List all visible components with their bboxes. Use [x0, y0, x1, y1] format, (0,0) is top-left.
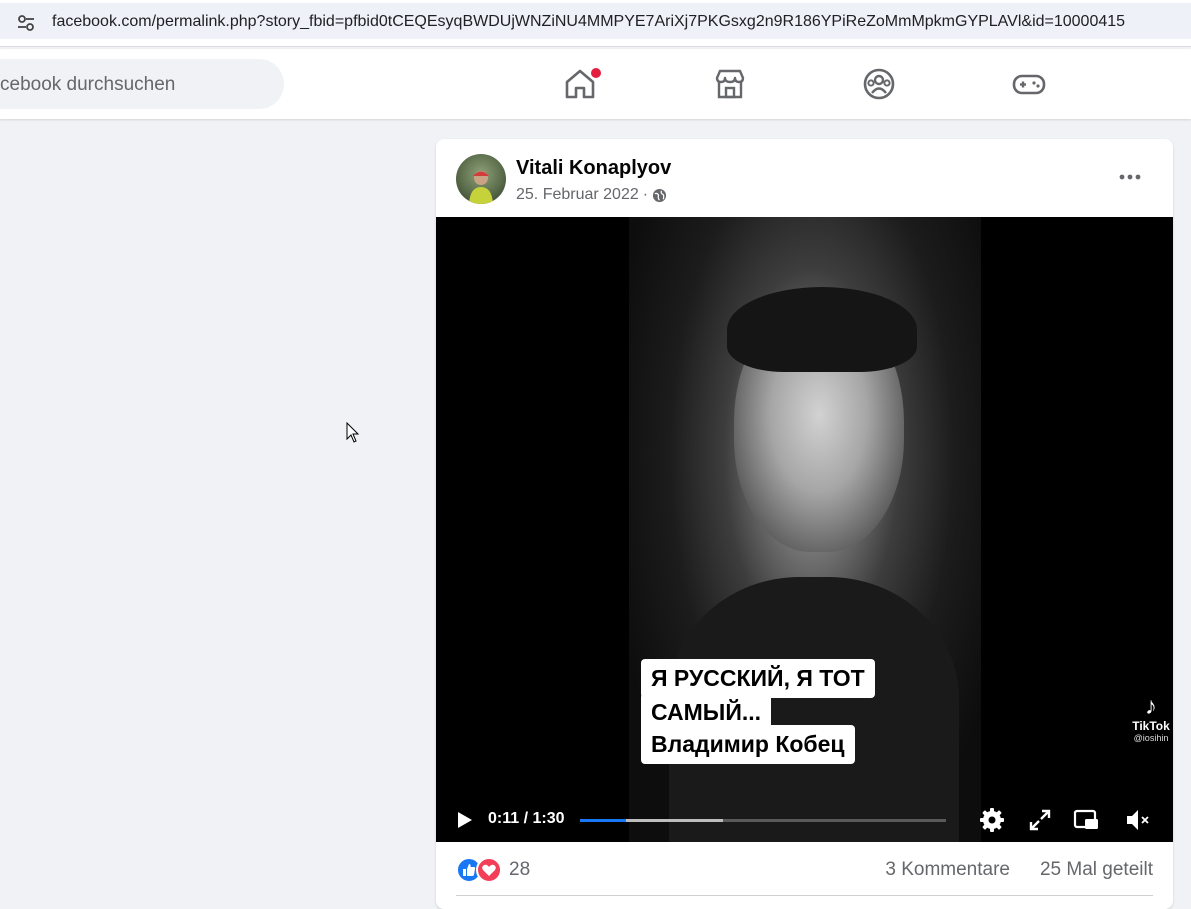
muted-volume-icon[interactable] [1124, 806, 1152, 834]
video-progress-bar[interactable] [580, 819, 946, 822]
marketplace-icon[interactable] [712, 66, 748, 102]
groups-icon[interactable] [861, 66, 897, 102]
author-name[interactable]: Vitali Konaplyov [516, 157, 671, 180]
settings-gear-icon[interactable] [978, 806, 1006, 834]
post-card: Vitali Konaplyov 25. Februar 2022 · ♪ Ti… [436, 139, 1173, 909]
video-progress-fill [580, 819, 627, 822]
notification-dot [589, 66, 603, 80]
video-figure-hair [727, 287, 917, 372]
video-time: 0:11 / 1:30 [488, 810, 565, 827]
more-options-button[interactable] [1115, 162, 1145, 192]
love-reaction-icon[interactable] [476, 857, 502, 883]
tiktok-name: TikTok [1132, 719, 1170, 733]
tiktok-handle: @iosihin [1133, 733, 1169, 743]
picture-in-picture-icon[interactable] [1072, 806, 1100, 834]
post-stats: 28 3 Kommentare 25 Mal geteilt [456, 854, 1153, 884]
search-placeholder: cebook durchsuchen [0, 74, 176, 95]
fullscreen-icon[interactable] [1026, 806, 1054, 834]
video-caption-line-3: Владимир Кобец [641, 725, 855, 764]
mouse-cursor-icon [346, 422, 360, 443]
site-settings-icon[interactable] [15, 12, 37, 34]
search-input[interactable]: cebook durchsuchen [0, 59, 284, 109]
browser-address-bar: facebook.com/permalink.php?story_fbid=pf… [0, 0, 1191, 47]
shares-count[interactable]: 25 Mal geteilt [1040, 859, 1153, 881]
tiktok-note-icon: ♪ [1145, 693, 1157, 720]
url-bar[interactable]: facebook.com/permalink.php?story_fbid=pf… [0, 3, 1191, 39]
post-meta: 25. Februar 2022 · [516, 186, 667, 204]
video-player[interactable]: ♪ TikTok @iosihin Я РУССКИЙ, Я ТОТ САМЫЙ… [436, 217, 1173, 842]
tiktok-watermark: ♪ TikTok @iosihin [1126, 695, 1173, 745]
meta-separator: · [642, 186, 649, 203]
post-date[interactable]: 25. Februar 2022 [516, 186, 639, 204]
globe-icon [653, 188, 667, 202]
gaming-icon[interactable] [1011, 66, 1047, 102]
comments-count[interactable]: 3 Kommentare [885, 859, 1010, 881]
author-avatar[interactable] [456, 154, 506, 204]
video-controls: 0:11 / 1:30 [436, 800, 1173, 840]
more-dots-icon [1119, 174, 1141, 180]
reaction-count[interactable]: 28 [509, 859, 530, 881]
facebook-header: cebook durchsuchen [0, 49, 1191, 119]
url-text[interactable]: facebook.com/permalink.php?story_fbid=pf… [52, 13, 1125, 31]
avatar-photo [469, 171, 493, 204]
play-icon[interactable] [454, 810, 474, 830]
